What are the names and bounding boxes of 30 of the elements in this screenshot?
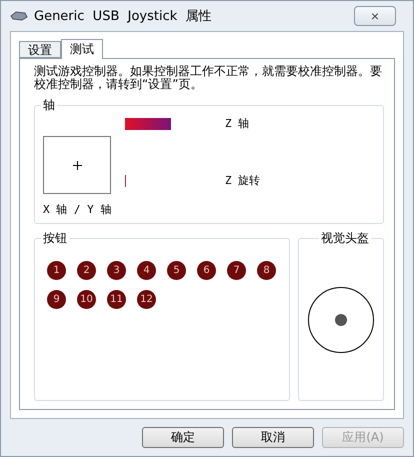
- button-indicator: 12: [137, 290, 156, 309]
- dialog-button[interactable]: 确定: [142, 427, 224, 448]
- joystick-icon: [10, 10, 28, 22]
- button-indicator: 8: [257, 261, 276, 280]
- axis-level-marker: [125, 174, 126, 186]
- axis-label: Z 轴: [225, 116, 250, 131]
- pov-hat-icon: [307, 286, 375, 354]
- axis-label: Z 旋转: [225, 173, 262, 188]
- button-indicator: 5: [167, 261, 186, 280]
- button-indicator: 9: [47, 290, 66, 309]
- button-indicator: 11: [107, 290, 126, 309]
- axis-label: X 轴 / Y 轴: [43, 202, 112, 217]
- button-indicator: 6: [197, 261, 216, 280]
- button-indicator: 2: [77, 261, 96, 280]
- tab[interactable]: 设置: [19, 41, 61, 58]
- dialog-button[interactable]: 取消: [232, 427, 314, 448]
- button-indicator: 3: [107, 261, 126, 280]
- axis-level-bar: [125, 118, 171, 130]
- button-indicator: 7: [227, 261, 246, 280]
- crosshair-icon: [72, 160, 82, 170]
- group-title: 视觉头盔: [319, 231, 371, 245]
- description-text: 测试游戏控制器。如果控制器工作不正常，就需要校准控制器。要校准控制器，请转到“设置”页。: [34, 65, 383, 91]
- button-indicator: 4: [137, 261, 156, 280]
- tab[interactable]: 测试: [61, 39, 103, 59]
- group-title: 轴: [41, 98, 57, 112]
- button-indicator: 1: [47, 261, 66, 280]
- button-indicator: 10: [77, 290, 96, 309]
- group-title: 按钮: [41, 231, 69, 245]
- window-title: Generic USB Joystick 属性: [34, 8, 213, 25]
- close-button[interactable]: ×: [354, 6, 396, 26]
